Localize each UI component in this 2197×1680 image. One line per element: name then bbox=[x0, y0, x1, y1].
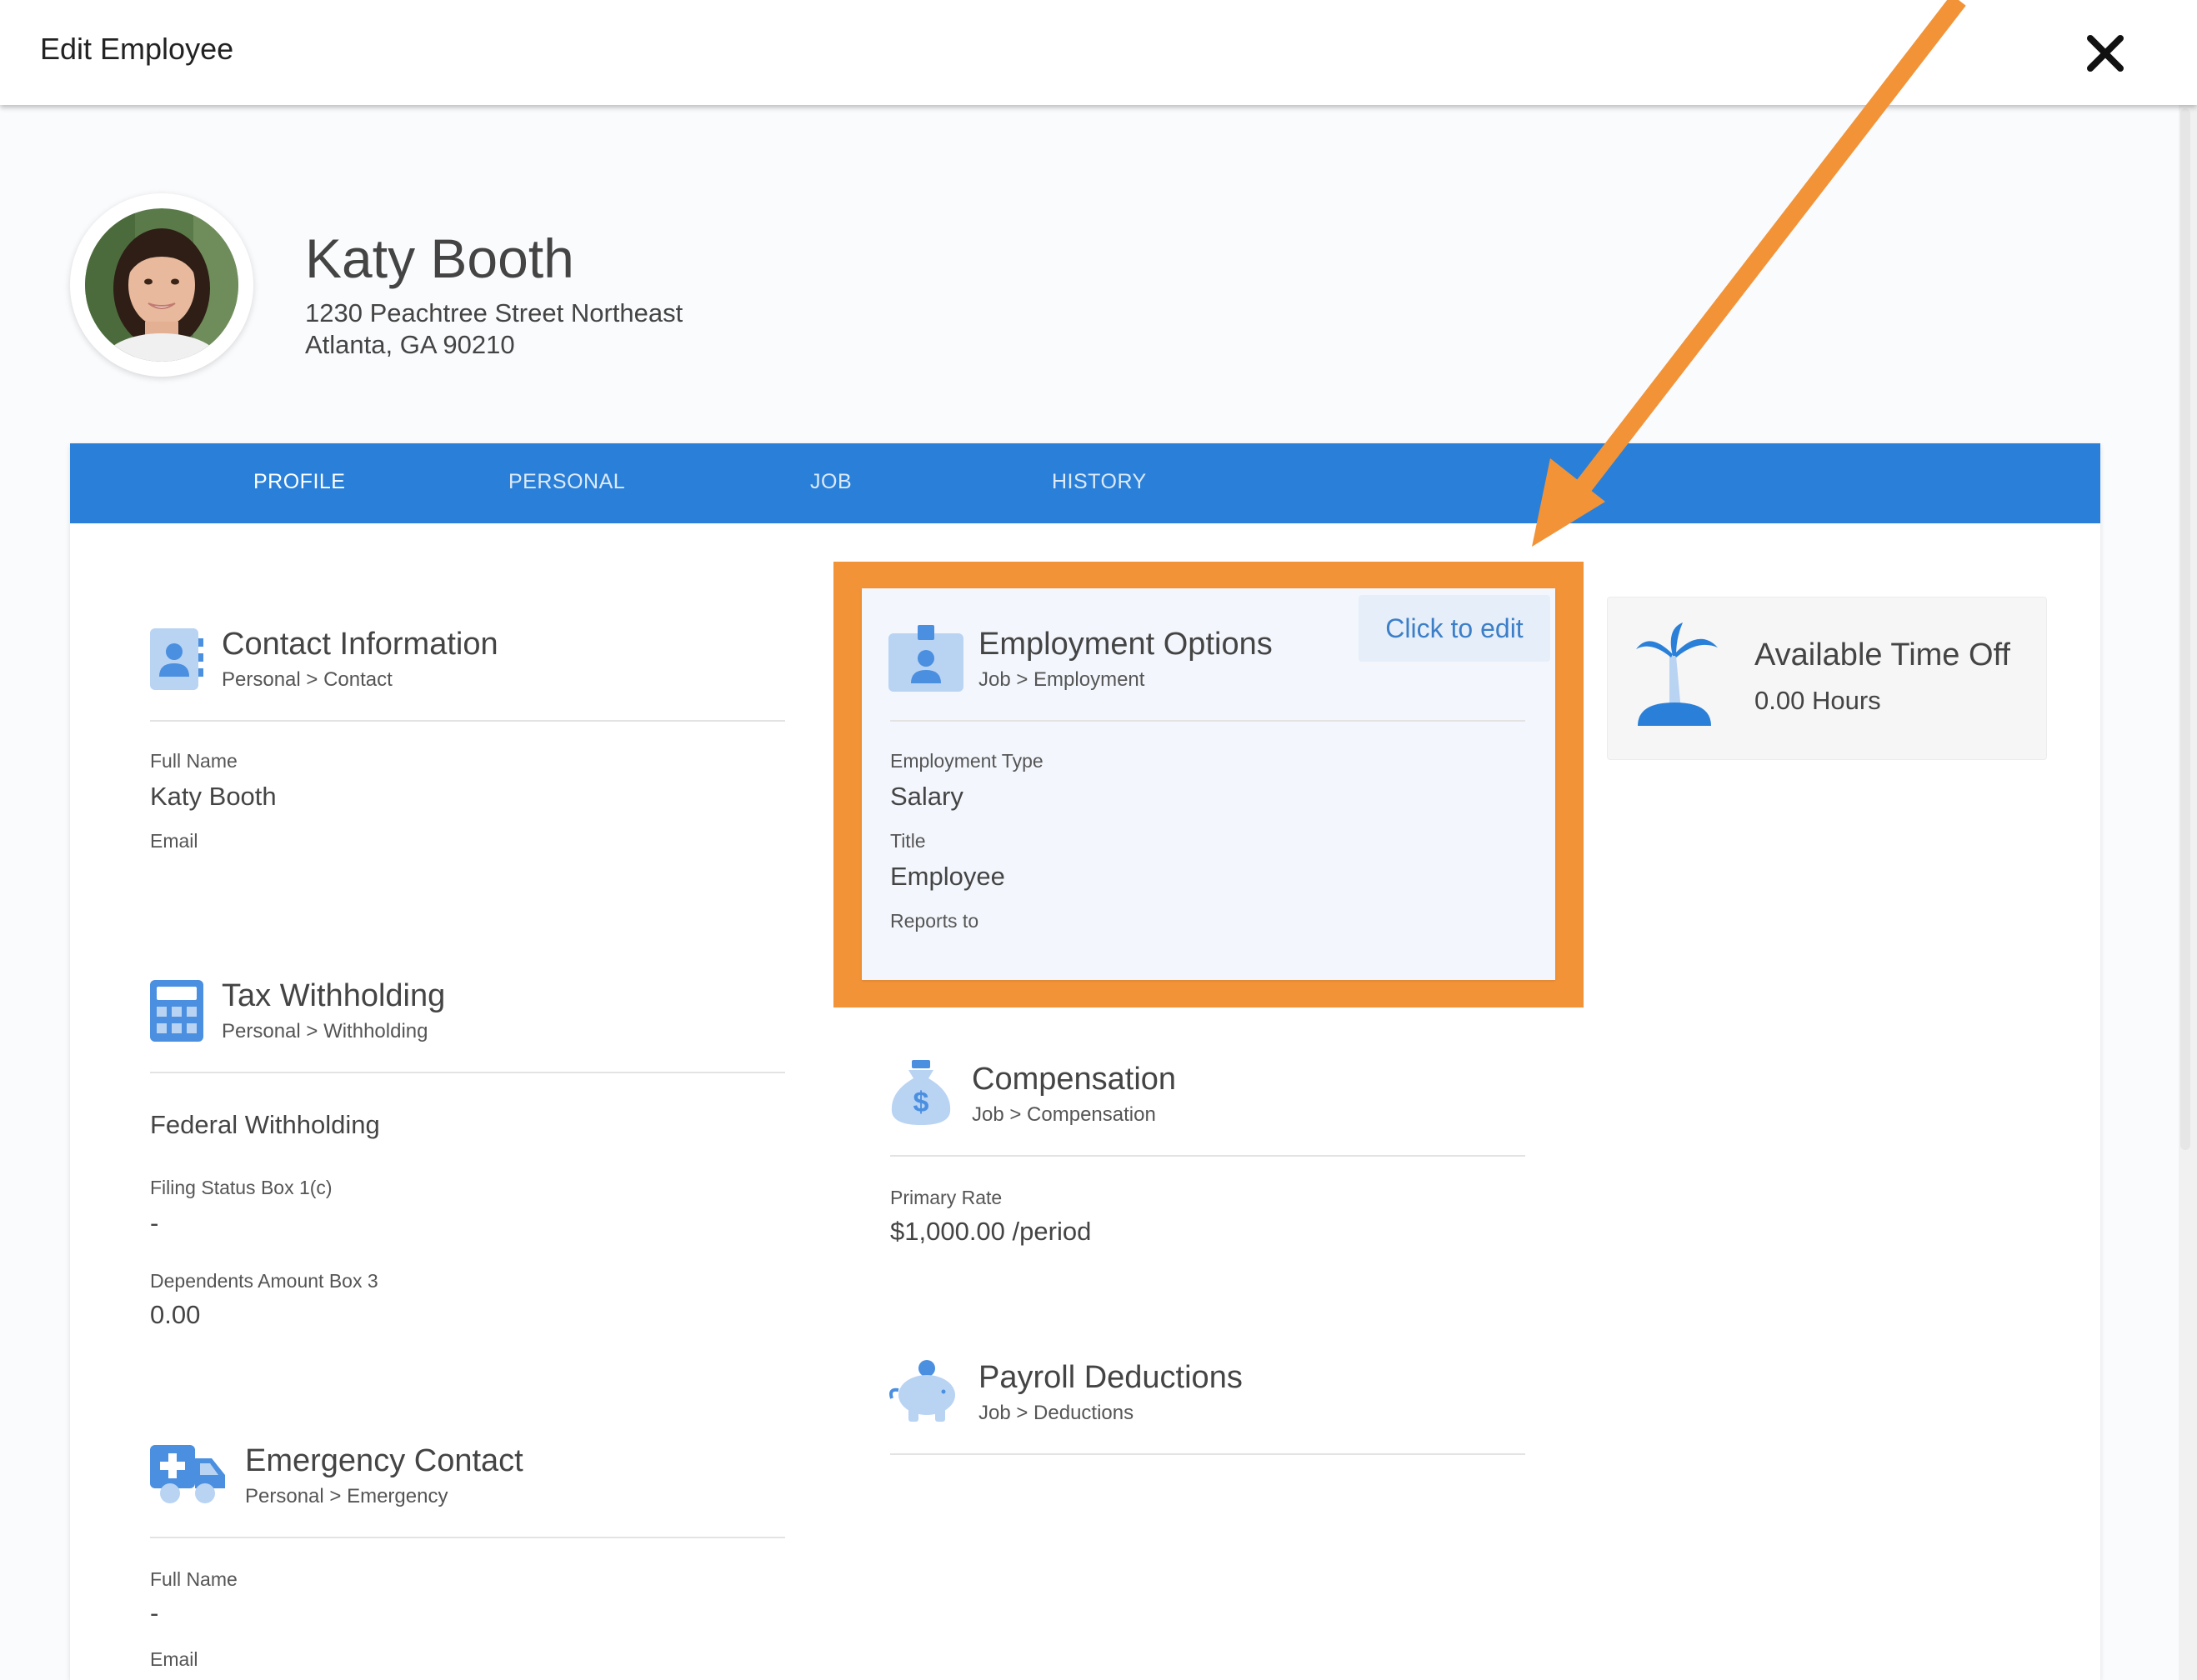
employment-type-value: Salary bbox=[890, 782, 963, 811]
primary-rate-value: $1,000.00 /period bbox=[890, 1217, 1092, 1246]
address-line-2: Atlanta, GA 90210 bbox=[305, 330, 515, 359]
dependents-value: 0.00 bbox=[150, 1300, 201, 1329]
money-bag-icon: $ bbox=[890, 1060, 952, 1129]
filing-status-value: - bbox=[150, 1208, 159, 1238]
contact-full-name-value: Katy Booth bbox=[150, 782, 277, 811]
divider bbox=[150, 720, 785, 722]
job-title-label: Title bbox=[890, 830, 926, 852]
dependents-label: Dependents Amount Box 3 bbox=[150, 1270, 378, 1292]
federal-withholding-heading: Federal Withholding bbox=[150, 1110, 380, 1139]
contact-full-name-label: Full Name bbox=[150, 750, 238, 772]
compensation-subtitle: Job > Compensation bbox=[972, 1103, 1156, 1126]
divider bbox=[150, 1537, 785, 1538]
available-time-off-card[interactable]: Available Time Off 0.00 Hours bbox=[1607, 597, 2047, 760]
tax-title: Tax Withholding bbox=[222, 978, 446, 1013]
time-off-value: 0.00 Hours bbox=[1754, 686, 1881, 715]
address-line-1: 1230 Peachtree Street Northeast bbox=[305, 298, 683, 328]
tab-bar: PROFILE PERSONAL JOB HISTORY bbox=[70, 443, 2100, 523]
window-title: Edit Employee bbox=[40, 32, 234, 66]
employment-subtitle: Job > Employment bbox=[978, 668, 1145, 691]
primary-rate-label: Primary Rate bbox=[890, 1187, 1003, 1208]
divider bbox=[890, 720, 1525, 722]
tax-subtitle: Personal > Withholding bbox=[222, 1020, 428, 1042]
emergency-full-name-value: - bbox=[150, 1598, 159, 1628]
tab-job[interactable]: JOB bbox=[810, 470, 852, 494]
emergency-full-name-label: Full Name bbox=[150, 1568, 238, 1590]
avatar-photo bbox=[85, 208, 238, 362]
deductions-title: Payroll Deductions bbox=[978, 1360, 1243, 1395]
click-to-edit-button[interactable]: Click to edit bbox=[1359, 595, 1550, 662]
employment-type-label: Employment Type bbox=[890, 750, 1043, 772]
calculator-icon bbox=[150, 980, 203, 1046]
time-off-title: Available Time Off bbox=[1754, 638, 2010, 672]
piggy-bank-icon bbox=[888, 1358, 960, 1426]
emergency-title: Emergency Contact bbox=[245, 1443, 523, 1478]
tab-history[interactable]: HISTORY bbox=[1052, 470, 1147, 494]
divider bbox=[890, 1453, 1525, 1455]
close-button[interactable] bbox=[2080, 28, 2130, 78]
job-title-value: Employee bbox=[890, 862, 1005, 891]
person-photo-icon bbox=[85, 208, 238, 362]
ambulance-icon bbox=[150, 1442, 225, 1509]
divider bbox=[150, 1072, 785, 1073]
contact-email-label: Email bbox=[150, 830, 198, 852]
emergency-subtitle: Personal > Emergency bbox=[245, 1485, 448, 1508]
close-icon bbox=[2087, 35, 2124, 72]
filing-status-label: Filing Status Box 1(c) bbox=[150, 1177, 333, 1198]
employee-name: Katy Booth bbox=[305, 228, 574, 289]
top-bar: Edit Employee bbox=[0, 0, 2197, 105]
id-badge-icon bbox=[888, 625, 963, 696]
tab-profile[interactable]: PROFILE bbox=[253, 470, 345, 494]
contact-card-icon bbox=[150, 628, 203, 694]
reports-to-label: Reports to bbox=[890, 910, 979, 932]
tab-personal[interactable]: PERSONAL bbox=[508, 470, 625, 494]
avatar bbox=[70, 193, 253, 377]
contact-title: Contact Information bbox=[222, 627, 498, 662]
contact-subtitle: Personal > Contact bbox=[222, 668, 393, 691]
emergency-email-label: Email bbox=[150, 1648, 198, 1670]
employment-title: Employment Options bbox=[978, 627, 1273, 662]
deductions-subtitle: Job > Deductions bbox=[978, 1402, 1134, 1424]
scrollbar-thumb[interactable] bbox=[2180, 108, 2190, 1150]
compensation-title: Compensation bbox=[972, 1062, 1177, 1097]
palm-tree-icon bbox=[1633, 622, 1719, 735]
svg-text:$: $ bbox=[913, 1087, 929, 1118]
divider bbox=[890, 1155, 1525, 1157]
